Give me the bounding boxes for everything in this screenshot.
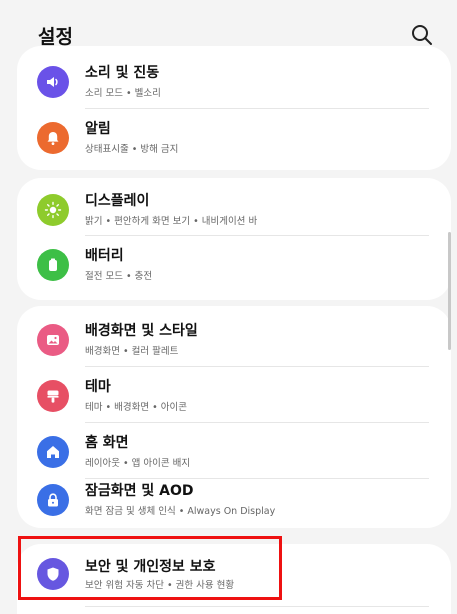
settings-item-label: 잠금화면 및 AOD — [85, 483, 194, 499]
settings-item-subtitle: 절전 모드 • 충전 — [85, 271, 153, 282]
settings-item-subtitle: 테마 • 배경화면 • 아이콘 — [85, 402, 187, 413]
paintbrush-icon — [37, 380, 69, 412]
settings-item-lock-screen[interactable]: 잠금화면 및 AOD 화면 잠금 및 생체 인식 • Always On Dis… — [17, 472, 451, 528]
settings-item-subtitle: 레이아웃 • 앱 아이콘 배지 — [85, 458, 191, 469]
divider — [85, 108, 429, 109]
settings-item-subtitle: 배경화면 • 컬러 팔레트 — [85, 346, 179, 357]
scrollbar[interactable] — [448, 232, 451, 350]
settings-item-sound[interactable]: 소리 및 진동 소리 모드 • 벨소리 — [17, 54, 451, 110]
settings-card-display-battery: 디스플레이 밝기 • 편안하게 화면 보기 • 내비게이션 바 배터리 절전 모… — [17, 178, 451, 300]
speaker-icon — [37, 66, 69, 98]
picture-icon — [37, 324, 69, 356]
settings-item-display[interactable]: 디스플레이 밝기 • 편안하게 화면 보기 • 내비게이션 바 — [17, 182, 451, 238]
settings-card-personalization: 배경화면 및 스타일 배경화면 • 컬러 팔레트 테마 테마 • 배경화면 • … — [17, 306, 451, 528]
settings-item-subtitle: 밝기 • 편안하게 화면 보기 • 내비게이션 바 — [85, 216, 258, 227]
settings-item-subtitle: 화면 잠금 및 생체 인식 • Always On Display — [85, 506, 276, 517]
settings-item-label: 소리 및 진동 — [85, 65, 160, 81]
settings-item-battery[interactable]: 배터리 절전 모드 • 충전 — [17, 237, 451, 293]
highlight-box — [18, 536, 282, 600]
divider — [85, 606, 429, 607]
settings-item-label: 배경화면 및 스타일 — [85, 323, 198, 339]
settings-item-subtitle: 소리 모드 • 벨소리 — [85, 88, 161, 99]
settings-item-notifications[interactable]: 알림 상태표시줄 • 방해 금지 — [17, 110, 451, 166]
settings-item-label: 배터리 — [85, 248, 124, 264]
sun-icon — [37, 194, 69, 226]
lock-icon — [37, 484, 69, 516]
settings-item-label: 테마 — [85, 379, 111, 395]
divider — [85, 422, 429, 423]
settings-item-label: 디스플레이 — [85, 193, 150, 209]
divider — [85, 235, 429, 236]
search-button[interactable] — [409, 22, 435, 48]
settings-item-subtitle: 상태표시줄 • 방해 금지 — [85, 144, 179, 155]
settings-item-themes[interactable]: 테마 테마 • 배경화면 • 아이콘 — [17, 368, 451, 424]
divider — [85, 366, 429, 367]
settings-item-label: 알림 — [85, 121, 111, 137]
settings-card-sound-notifications: 소리 및 진동 소리 모드 • 벨소리 알림 상태표시줄 • 방해 금지 — [17, 46, 451, 170]
battery-icon — [37, 249, 69, 281]
home-icon — [37, 436, 69, 468]
settings-item-wallpaper[interactable]: 배경화면 및 스타일 배경화면 • 컬러 팔레트 — [17, 312, 451, 368]
settings-item-label: 홈 화면 — [85, 435, 129, 451]
search-icon — [412, 25, 432, 45]
bell-icon — [37, 122, 69, 154]
page-title: 설정 — [38, 26, 73, 48]
